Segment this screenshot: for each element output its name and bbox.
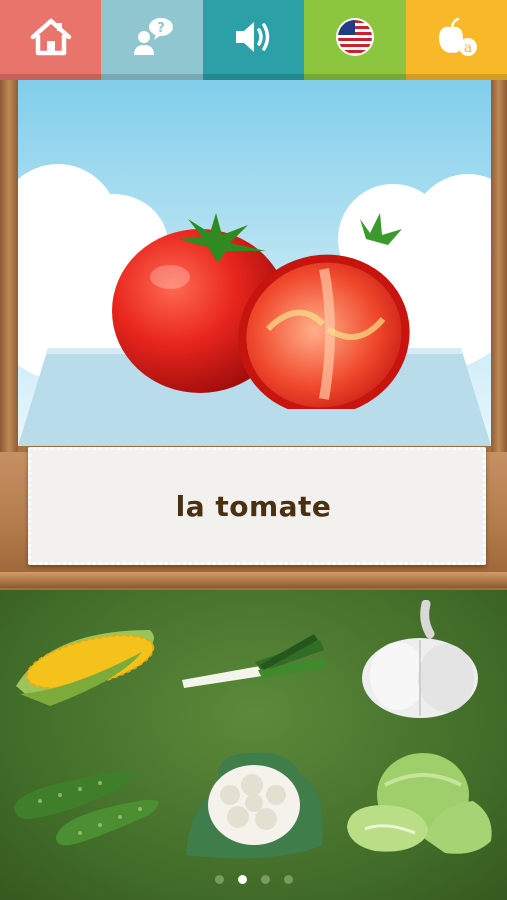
home-icon <box>30 18 71 56</box>
cucumber-tile[interactable] <box>10 755 160 875</box>
garlic-tile[interactable] <box>350 599 500 720</box>
page-indicator <box>0 875 507 884</box>
leek-tile[interactable] <box>180 610 330 730</box>
svg-text:a: a <box>464 40 472 56</box>
speech-question-icon: ? <box>134 18 174 55</box>
us-flag-icon <box>335 18 374 56</box>
cauliflower-tile[interactable] <box>180 745 330 865</box>
page-dot[interactable] <box>260 875 270 884</box>
cabbage-icon <box>347 753 492 854</box>
word-label: la tomate <box>175 490 332 523</box>
tomato-image <box>112 213 410 409</box>
frame-post-right <box>491 74 507 454</box>
help-button[interactable]: ? <box>101 0 203 74</box>
sound-button[interactable] <box>202 0 305 74</box>
garlic-icon <box>362 599 478 718</box>
cabbage-tile[interactable] <box>345 745 495 865</box>
frame-beam-edge <box>0 572 507 588</box>
apple-letter-icon: a <box>439 17 478 56</box>
frame-post-left <box>0 74 18 454</box>
picture-scene <box>18 74 491 446</box>
game-button[interactable]: a <box>405 0 507 74</box>
home-button[interactable] <box>0 0 102 74</box>
cauliflower-icon <box>186 752 323 859</box>
speaker-icon <box>235 22 269 52</box>
corn-tile[interactable] <box>10 610 160 730</box>
cucumber-icon <box>14 772 159 846</box>
page-dot[interactable] <box>283 875 293 884</box>
page-dot[interactable] <box>214 875 224 884</box>
language-button[interactable] <box>304 0 406 74</box>
page-dot-active[interactable] <box>237 875 247 884</box>
top-toolbar: ? a <box>0 0 507 74</box>
leek-icon <box>182 634 326 688</box>
svg-text:?: ? <box>157 21 165 36</box>
corn-icon <box>16 630 155 706</box>
